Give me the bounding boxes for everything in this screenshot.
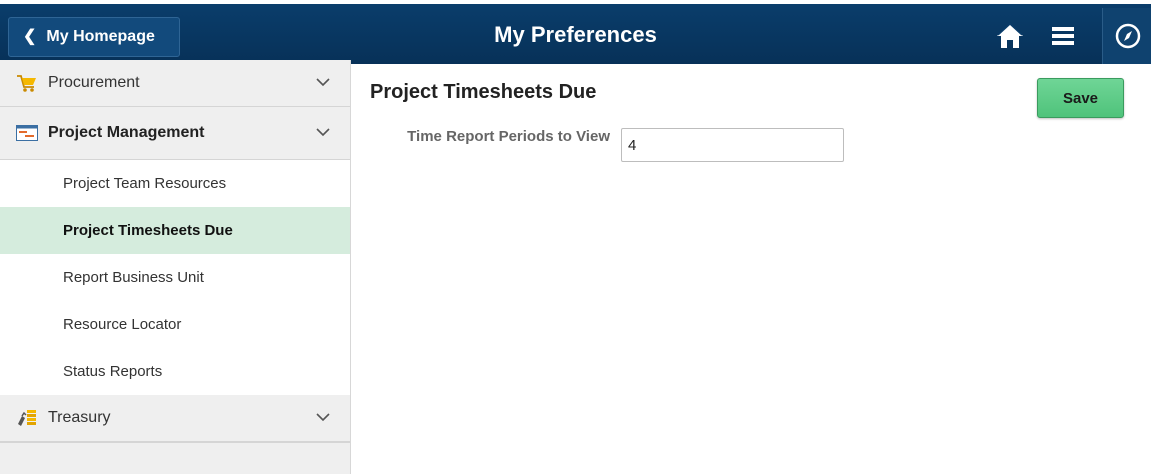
time-report-periods-input[interactable] (621, 128, 844, 162)
preferences-sidebar: Procurement Project Management Project T… (0, 60, 351, 474)
back-to-homepage-button[interactable]: ❮ My Homepage (8, 17, 180, 57)
sidebar-item-project-team-resources[interactable]: Project Team Resources (0, 160, 350, 207)
navigator-icon[interactable] (1111, 18, 1145, 54)
chevron-down-icon (316, 74, 330, 92)
chevron-down-icon (316, 409, 330, 427)
sidebar-item-status-reports[interactable]: Status Reports (0, 348, 350, 395)
sidebar-item-resource-locator[interactable]: Resource Locator (0, 301, 350, 348)
save-button[interactable]: Save (1037, 78, 1124, 118)
chevron-down-icon (316, 124, 330, 142)
category-label: Treasury (48, 409, 111, 426)
navigator-area (1102, 8, 1151, 64)
treasury-coins-icon (16, 408, 40, 428)
chevron-left-icon: ❮ (23, 28, 37, 45)
back-button-label: My Homepage (46, 28, 155, 45)
app-header: ❮ My Homepage My Preferences (0, 0, 1151, 64)
category-label: Procurement (48, 74, 140, 91)
shopping-cart-icon (16, 73, 40, 93)
time-report-periods-label: Time Report Periods to View (407, 128, 610, 145)
menu-icon[interactable] (1046, 18, 1080, 54)
home-icon[interactable] (993, 18, 1027, 54)
category-project-management[interactable]: Project Management (0, 107, 350, 160)
sidebar-item-project-timesheets-due[interactable]: Project Timesheets Due (0, 207, 350, 254)
category-treasury[interactable]: Treasury (0, 395, 350, 442)
category-procurement[interactable]: Procurement (0, 60, 350, 107)
category-label: Project Management (48, 124, 205, 141)
sidebar-item-report-business-unit[interactable]: Report Business Unit (0, 254, 350, 301)
category-next-partial (0, 442, 350, 474)
gantt-chart-icon (16, 123, 40, 143)
header-bar: ❮ My Homepage My Preferences (0, 8, 1151, 64)
section-title: Project Timesheets Due (370, 81, 597, 103)
